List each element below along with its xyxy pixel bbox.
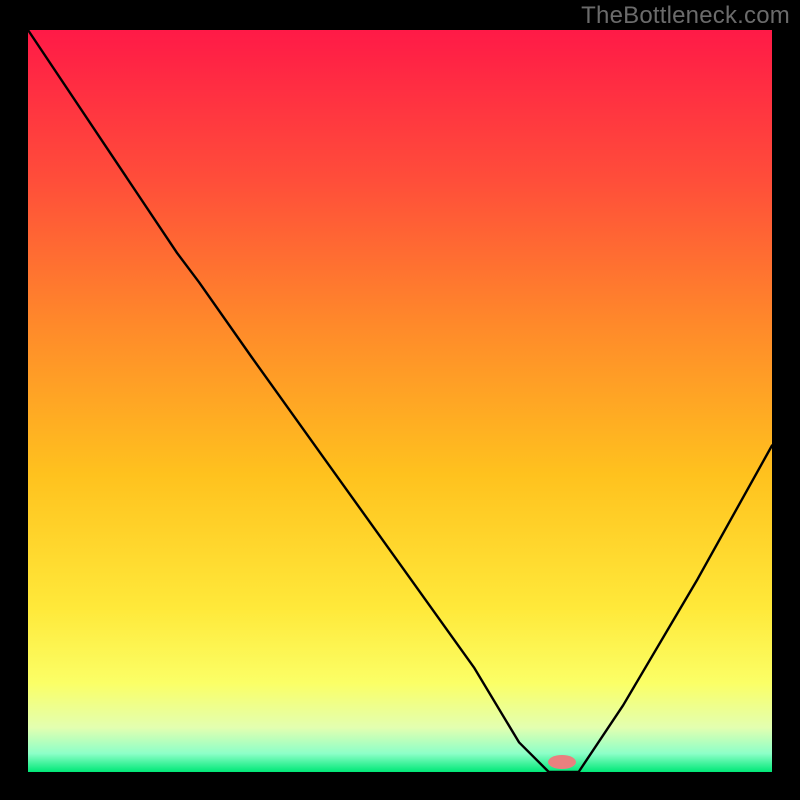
chart-frame: TheBottleneck.com [0, 0, 800, 800]
plot-background [28, 30, 772, 772]
watermark-text: TheBottleneck.com [581, 2, 790, 30]
bottleneck-chart [0, 0, 800, 800]
optimal-marker [548, 755, 576, 769]
